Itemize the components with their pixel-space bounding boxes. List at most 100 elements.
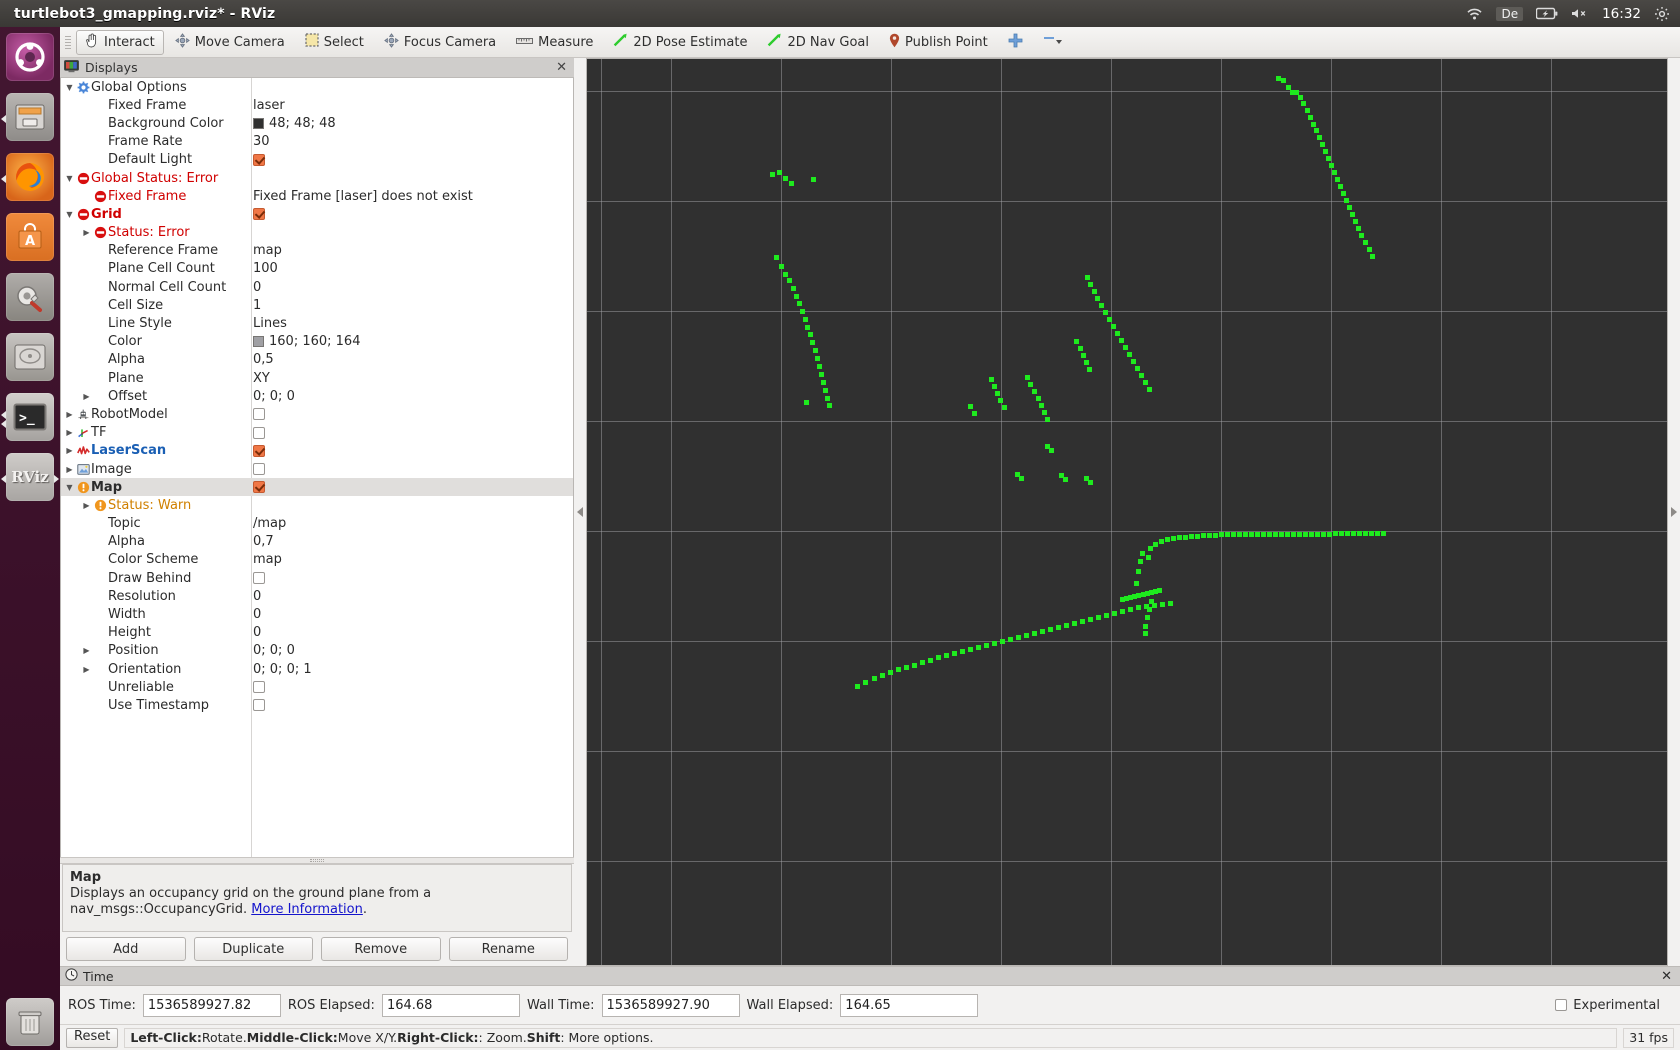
- tool-focus-camera[interactable]: Focus Camera: [375, 30, 505, 55]
- panel-horizontal-splitter[interactable]: [60, 857, 574, 864]
- display-row-reference-frame[interactable]: Reference Frame map: [61, 242, 573, 260]
- tool-select[interactable]: Select: [296, 30, 373, 55]
- display-enabled-checkbox[interactable]: [253, 444, 265, 457]
- remove-button[interactable]: Remove: [321, 937, 441, 961]
- display-row-value[interactable]: 0; 0; 0: [253, 643, 295, 658]
- display-row-tf[interactable]: ▶ TF: [61, 424, 573, 442]
- display-enabled-checkbox[interactable]: [253, 481, 265, 494]
- chevron-right-icon[interactable]: ▶: [80, 665, 93, 674]
- chevron-down-icon[interactable]: ▼: [63, 483, 76, 492]
- display-row-value[interactable]: [253, 463, 265, 476]
- display-row-value[interactable]: map: [253, 243, 282, 258]
- add-button[interactable]: Add: [66, 937, 186, 961]
- wifi-icon[interactable]: [1466, 7, 1483, 21]
- display-row-image[interactable]: ▶ Image: [61, 460, 573, 478]
- tool-interact[interactable]: Interact: [76, 29, 164, 55]
- display-row-value[interactable]: [253, 408, 265, 421]
- display-row-value[interactable]: 0: [253, 625, 261, 640]
- chevron-right-icon[interactable]: ▶: [63, 428, 76, 437]
- display-row-background-color[interactable]: Background Color 48; 48; 48: [61, 114, 573, 132]
- launcher-item-firefox[interactable]: [0, 153, 60, 207]
- display-row-value[interactable]: map: [253, 552, 282, 567]
- display-row-normal-cell-count[interactable]: Normal Cell Count 0: [61, 278, 573, 296]
- display-enabled-checkbox[interactable]: [253, 681, 265, 694]
- ros-elapsed-input[interactable]: [381, 993, 520, 1017]
- display-row-robotmodel[interactable]: ▶ RobotModel: [61, 405, 573, 423]
- wall-elapsed-input[interactable]: [840, 993, 979, 1017]
- display-enabled-checkbox[interactable]: [253, 699, 265, 712]
- displays-panel-close-icon[interactable]: ✕: [556, 60, 570, 75]
- chevron-right-icon[interactable]: ▶: [80, 646, 93, 655]
- display-row-plane[interactable]: Plane XY: [61, 369, 573, 387]
- display-row-unreliable[interactable]: Unreliable: [61, 678, 573, 696]
- system-gear-icon[interactable]: [1654, 6, 1670, 22]
- tool-2d-pose-estimate[interactable]: 2D Pose Estimate: [604, 30, 756, 55]
- display-row-value[interactable]: 0: [253, 589, 261, 604]
- display-row-draw-behind[interactable]: Draw Behind: [61, 569, 573, 587]
- experimental-toggle[interactable]: Experimental: [1555, 998, 1672, 1013]
- display-row-value[interactable]: [253, 481, 265, 494]
- display-row-value[interactable]: [253, 153, 265, 166]
- display-enabled-checkbox[interactable]: [253, 408, 265, 421]
- chevron-right-icon[interactable]: ▶: [80, 392, 93, 401]
- launcher-item-system-settings[interactable]: [0, 273, 60, 327]
- tool-move-camera[interactable]: Move Camera: [166, 30, 294, 55]
- display-row-value[interactable]: Fixed Frame [laser] does not exist: [253, 189, 473, 204]
- launcher-item-trash[interactable]: [0, 992, 60, 1046]
- display-row-global-status-error[interactable]: ▼ Global Status: Error: [61, 169, 573, 187]
- display-row-value[interactable]: [253, 426, 265, 439]
- launcher-item-rviz[interactable]: RViz: [0, 453, 60, 507]
- render-viewport-3d[interactable]: [586, 58, 1668, 966]
- display-row-line-style[interactable]: Line Style Lines: [61, 314, 573, 332]
- toolbar-drag-handle[interactable]: [64, 32, 72, 52]
- display-row-laserscan[interactable]: ▶ LaserScan: [61, 442, 573, 460]
- display-row-plane-cell-count[interactable]: Plane Cell Count 100: [61, 260, 573, 278]
- volume-muted-icon[interactable]: [1571, 7, 1589, 20]
- display-row-status-error[interactable]: ▶ Status: Error: [61, 224, 573, 242]
- display-row-alpha[interactable]: Alpha 0,7: [61, 533, 573, 551]
- time-panel-close-icon[interactable]: ✕: [1661, 969, 1675, 984]
- display-row-value[interactable]: [253, 681, 265, 694]
- display-row-topic[interactable]: Topic/map: [61, 515, 573, 533]
- display-row-grid[interactable]: ▼ Grid: [61, 205, 573, 223]
- launcher-item-software-center[interactable]: A: [0, 213, 60, 267]
- tool-measure[interactable]: Measure: [507, 30, 602, 55]
- launcher-item-disk-usage[interactable]: [0, 333, 60, 387]
- tool-publish-point[interactable]: Publish Point: [880, 30, 997, 55]
- reset-button[interactable]: Reset: [66, 1027, 119, 1048]
- launcher-item-terminal[interactable]: >_: [0, 393, 60, 447]
- toolbar-overflow-button[interactable]: [1034, 30, 1072, 55]
- collapse-right-arrow-icon[interactable]: [1671, 507, 1677, 517]
- display-row-value[interactable]: 0; 0; 0; 1: [253, 662, 312, 677]
- display-row-value[interactable]: Lines: [253, 316, 287, 331]
- display-row-resolution[interactable]: Resolution 0: [61, 587, 573, 605]
- display-row-orientation[interactable]: ▶ Orientation 0; 0; 0; 1: [61, 660, 573, 678]
- launcher-item-ubuntu-dash[interactable]: [0, 33, 60, 87]
- display-row-value[interactable]: 0; 0; 0: [253, 389, 295, 404]
- display-row-map[interactable]: ▼ Map: [61, 478, 573, 497]
- chevron-right-icon[interactable]: ▶: [80, 228, 93, 237]
- display-enabled-checkbox[interactable]: [253, 208, 265, 221]
- display-row-value[interactable]: 0,5: [253, 352, 274, 367]
- wall-time-input[interactable]: [601, 993, 740, 1017]
- display-row-value[interactable]: /map: [253, 516, 286, 531]
- display-enabled-checkbox[interactable]: [253, 153, 265, 166]
- display-row-use-timestamp[interactable]: Use Timestamp: [61, 696, 573, 714]
- collapse-left-arrow-icon[interactable]: [577, 507, 583, 517]
- display-row-value[interactable]: 30: [253, 134, 270, 149]
- display-row-frame-rate[interactable]: Frame Rate 30: [61, 133, 573, 151]
- more-information-link[interactable]: More Information: [251, 902, 363, 917]
- display-row-value[interactable]: 0,7: [253, 534, 274, 549]
- display-row-value[interactable]: 100: [253, 261, 278, 276]
- display-row-value[interactable]: 0: [253, 607, 261, 622]
- chevron-right-icon[interactable]: ▶: [63, 465, 76, 474]
- keyboard-layout-indicator[interactable]: De: [1496, 6, 1524, 21]
- chevron-right-icon[interactable]: ▶: [80, 501, 93, 510]
- display-row-value[interactable]: 0: [253, 280, 261, 295]
- display-row-value[interactable]: [253, 699, 265, 712]
- display-row-color-scheme[interactable]: Color Scheme map: [61, 551, 573, 569]
- display-row-value[interactable]: 160; 160; 164: [253, 334, 360, 349]
- chevron-down-icon[interactable]: ▼: [63, 83, 76, 92]
- display-row-value[interactable]: [253, 572, 265, 585]
- display-row-fixed-frame[interactable]: Fixed Frame laser: [61, 96, 573, 114]
